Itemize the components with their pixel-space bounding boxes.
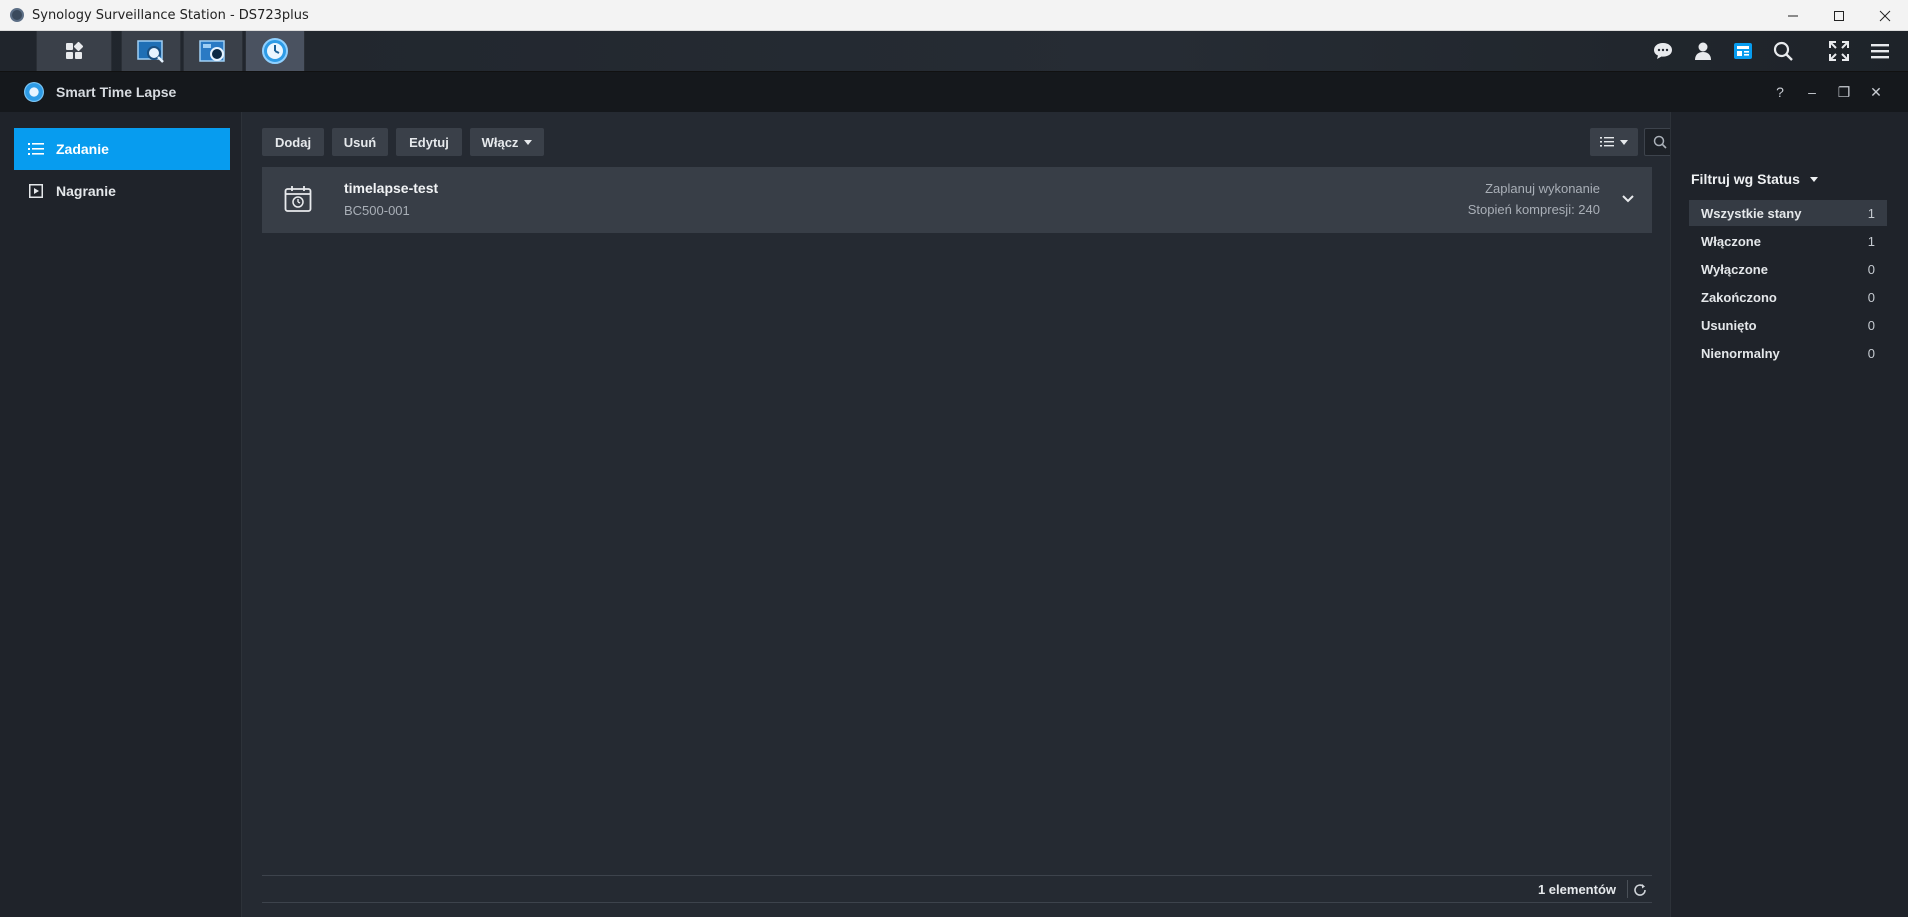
filter-item-enabled[interactable]: Włączone 1: [1689, 228, 1887, 254]
sidebar-item-label: Zadanie: [56, 141, 109, 157]
filter-item-count: 0: [1867, 261, 1875, 277]
close-icon[interactable]: [1862, 0, 1908, 31]
chevron-down-icon[interactable]: [1618, 189, 1638, 209]
view-mode-button[interactable]: [1590, 128, 1638, 156]
search-icon: [1653, 135, 1667, 149]
app-restore-icon[interactable]: ❐: [1828, 84, 1860, 101]
chat-icon[interactable]: [1643, 31, 1683, 71]
app-grid-icon[interactable]: [36, 31, 112, 71]
filter-item-finished[interactable]: Zakończono 0: [1689, 284, 1887, 310]
help-icon[interactable]: ?: [1764, 84, 1796, 100]
maximize-icon[interactable]: [1816, 0, 1862, 31]
user-icon[interactable]: [1683, 31, 1723, 71]
task-status: Zaplanuj wykonanie: [1485, 181, 1600, 196]
list-view-icon: [1600, 137, 1614, 147]
list-icon: [28, 141, 44, 157]
minimize-icon[interactable]: [1770, 0, 1816, 31]
task-camera: BC500-001: [344, 203, 410, 218]
fullscreen-icon[interactable]: [1819, 31, 1859, 71]
filter-item-abnormal[interactable]: Nienormalny 0: [1689, 340, 1887, 366]
footer-separator: [1627, 880, 1628, 898]
delete-button[interactable]: Usuń: [332, 128, 388, 156]
filter-item-count: 0: [1867, 345, 1875, 361]
refresh-icon[interactable]: [1632, 882, 1648, 898]
filter-item-count: 1: [1867, 205, 1875, 221]
item-count: 1 elementów: [1537, 882, 1616, 897]
smart-time-lapse-icon[interactable]: [245, 31, 305, 71]
smart-time-lapse-logo-icon: [24, 82, 44, 102]
play-icon: [28, 183, 44, 199]
filter-item-count: 1: [1867, 233, 1875, 249]
sidebar-item-zadanie[interactable]: Zadanie: [14, 128, 230, 170]
add-button[interactable]: Dodaj: [262, 128, 324, 156]
sidebar-item-label: Nagranie: [56, 183, 116, 199]
filter-item-count: 0: [1867, 317, 1875, 333]
filter-item-disabled[interactable]: Wyłączone 0: [1689, 256, 1887, 282]
filter-item-label: Włączone: [1701, 233, 1761, 249]
app-taskbar: [0, 31, 1908, 72]
sidebar-item-nagranie[interactable]: Nagranie: [14, 170, 230, 212]
app-close-icon[interactable]: ✕: [1860, 84, 1892, 101]
caret-down-icon: [1620, 139, 1628, 145]
news-icon[interactable]: [1723, 31, 1763, 71]
enable-label: Włącz: [481, 134, 519, 150]
filter-item-label: Nienormalny: [1701, 345, 1780, 361]
footer-divider: [262, 902, 1652, 903]
filter-item-label: Wszystkie stany: [1701, 205, 1802, 221]
os-title-bar: Synology Surveillance Station - DS723plu…: [0, 0, 1908, 31]
enable-dropdown-button[interactable]: Włącz: [470, 128, 544, 156]
filter-item-deleted[interactable]: Usunięto 0: [1689, 312, 1887, 338]
task-name: timelapse-test: [344, 180, 439, 196]
recording-icon[interactable]: [183, 31, 243, 71]
os-window-title: Synology Surveillance Station - DS723plu…: [32, 7, 309, 23]
filter-item-label: Zakończono: [1701, 289, 1777, 305]
filter-panel: Filtruj wg Status Wszystkie stany 1 Włąc…: [1670, 112, 1908, 917]
edit-button[interactable]: Edytuj: [396, 128, 462, 156]
caret-down-icon: [1809, 176, 1818, 182]
sidebar: Zadanie Nagranie: [0, 112, 242, 917]
os-window-controls: [1770, 0, 1908, 31]
app-title: Smart Time Lapse: [56, 84, 177, 100]
scheduled-task-icon: [284, 186, 312, 212]
filter-item-label: Usunięto: [1701, 317, 1757, 333]
task-row[interactable]: timelapse-test BC500-001 Zaplanuj wykona…: [262, 167, 1652, 233]
app-minimize-icon[interactable]: –: [1796, 84, 1828, 100]
filter-item-all[interactable]: Wszystkie stany 1: [1689, 200, 1887, 226]
task-compression: Stopień kompresji: 240: [1467, 202, 1600, 217]
caret-down-icon: [524, 139, 533, 145]
app-window-header: Smart Time Lapse ? – ❐ ✕: [0, 72, 1908, 112]
footer-divider: [262, 875, 1652, 876]
surveillance-station-icon: [10, 8, 24, 22]
search-icon[interactable]: [1763, 31, 1803, 71]
filter-item-count: 0: [1867, 289, 1875, 305]
menu-icon[interactable]: [1860, 31, 1900, 71]
filter-title[interactable]: Filtruj wg Status: [1691, 171, 1818, 187]
filter-item-label: Wyłączone: [1701, 261, 1768, 277]
app-window-controls: ? – ❐ ✕: [1764, 72, 1892, 112]
monitor-center-icon[interactable]: [121, 31, 181, 71]
filter-title-label: Filtruj wg Status: [1691, 171, 1800, 187]
main-content: Dodaj Usuń Edytuj Włącz timelapse-test B…: [242, 112, 1886, 917]
